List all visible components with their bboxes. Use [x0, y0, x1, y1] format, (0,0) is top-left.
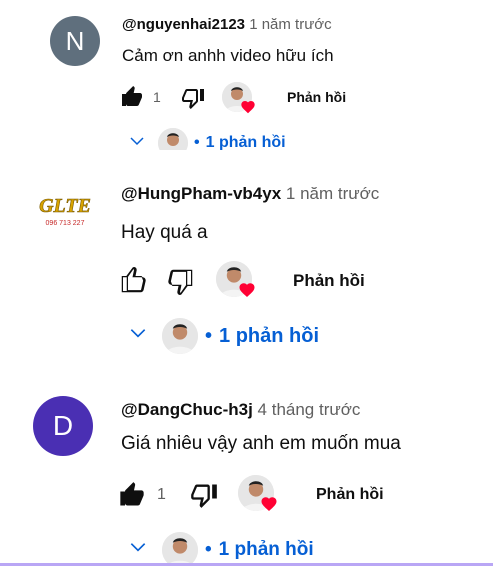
replies-toggle[interactable]: • 1 phản hồi: [118, 532, 418, 563]
comment-time[interactable]: 1 năm trước: [286, 184, 379, 203]
creator-avatar: [162, 318, 198, 354]
chevron-down-icon: [128, 132, 152, 151]
dislike-icon[interactable]: [166, 266, 196, 296]
replies-count[interactable]: 1 phản hồi: [206, 134, 286, 150]
svg-text:GLTE: GLTE: [39, 195, 91, 217]
comment-text: Cảm ơn anhh video hữu ích: [122, 46, 334, 65]
avatar[interactable]: D: [33, 396, 93, 456]
heart-icon: [260, 495, 278, 518]
like-icon[interactable]: [120, 85, 144, 109]
replies-toggle[interactable]: • 1 phản hồi: [118, 318, 319, 354]
svg-text:096 713 227: 096 713 227: [46, 220, 85, 227]
chevron-down-icon: [128, 323, 152, 349]
comment-text: Hay quá a: [121, 222, 208, 243]
replies-toggle[interactable]: • 1 phản hồi: [118, 128, 378, 150]
like-icon[interactable]: [118, 481, 146, 509]
like-count: 1: [157, 486, 166, 503]
creator-avatar: [158, 128, 188, 150]
reply-button[interactable]: Phản hồi: [316, 486, 384, 504]
comment-text: Giá nhiêu vậy anh em muốn mua: [121, 433, 401, 454]
comment-time[interactable]: 4 tháng trước: [258, 400, 361, 419]
chevron-down-icon: [128, 537, 152, 563]
heart-icon: [238, 281, 256, 304]
comment-author[interactable]: @DangChuc-h3j 4 tháng trước: [121, 400, 360, 420]
comment-author[interactable]: @nguyenhai2123 1 năm trước: [122, 16, 332, 33]
divider: [0, 563, 493, 566]
reply-button[interactable]: Phản hồi: [287, 89, 346, 105]
avatar[interactable]: N: [50, 16, 100, 66]
dislike-icon[interactable]: [190, 481, 218, 509]
dislike-icon[interactable]: [181, 86, 205, 110]
comment-author[interactable]: @HungPham-vb4yx 1 năm trước: [121, 184, 379, 204]
replies-count[interactable]: 1 phản hồi: [219, 325, 319, 348]
heart-icon: [240, 99, 256, 120]
creator-avatar: [162, 532, 198, 563]
reply-button[interactable]: Phản hồi: [293, 271, 365, 291]
comment-time[interactable]: 1 năm trước: [249, 16, 331, 33]
avatar[interactable]: GLTE 096 713 227: [36, 178, 94, 236]
replies-count[interactable]: 1 phản hồi: [219, 539, 314, 561]
like-icon[interactable]: [118, 266, 148, 296]
like-count: 1: [153, 89, 161, 105]
